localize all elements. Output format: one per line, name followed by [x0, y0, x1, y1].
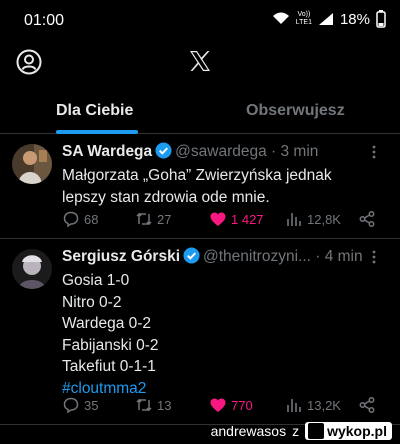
share-icon [359, 397, 375, 413]
tweet-text-line: Gosia 1-0 [62, 272, 130, 289]
more-options-icon[interactable] [366, 144, 382, 160]
author-name[interactable]: SA Wardega [62, 143, 152, 160]
status-icons: Vo)) LTE1 18% [272, 10, 386, 28]
network-label: Vo)) LTE1 [295, 11, 312, 26]
heart-filled-icon [210, 212, 226, 226]
tweet-text-line: Nitro 0-2 [62, 293, 122, 311]
tab-for-you[interactable]: Dla Ciebie [56, 102, 133, 120]
verified-badge-icon [183, 247, 200, 264]
retweet-count: 27 [157, 211, 172, 227]
reply-button[interactable]: 35 [62, 396, 98, 414]
profile-icon[interactable] [16, 49, 42, 75]
avatar[interactable] [12, 144, 52, 184]
tweet-actions: 68 27 1 427 12,8K [62, 210, 382, 230]
reply-count: 68 [84, 211, 99, 227]
watermark-site: wykop.pl [327, 423, 387, 439]
tweet[interactable]: SA Wardega @sawardega · 3 min Małgorzata … [0, 134, 400, 239]
retweet-icon [136, 212, 152, 226]
tweet-text-line: Fabijanski 0-2 [62, 336, 159, 354]
like-button[interactable]: 1 427 [209, 210, 264, 228]
share-button[interactable] [358, 396, 376, 414]
reply-icon [63, 397, 79, 414]
tweet-actions: 35 13 770 13,2K [62, 396, 382, 416]
avatar-photo [12, 144, 52, 184]
tab-following[interactable]: Obserwujesz [246, 102, 345, 120]
author-handle[interactable]: @sawardega [175, 143, 267, 160]
top-bar [0, 44, 400, 84]
views-button[interactable]: 12,8K [285, 210, 341, 228]
wykop-mark-icon [308, 423, 325, 439]
wykop-logo: wykop.pl [305, 422, 392, 440]
wifi-icon [272, 12, 289, 24]
retweet-button[interactable]: 27 [135, 210, 171, 228]
status-time: 01:00 [24, 12, 65, 29]
tweet-text: Małgorzata „Goha” Zwierzyńska jednak lep… [62, 165, 384, 208]
verified-badge-icon [155, 142, 172, 159]
tweet[interactable]: Sergiusz Górski @thenitrozyni... · 4 min … [0, 239, 400, 425]
signal-icon [318, 13, 333, 25]
tweet-text-line: Takefiut 0-1-1 [62, 358, 156, 375]
like-button[interactable]: 770 [209, 396, 253, 414]
tweet-text-line: Małgorzata „Goha” Zwierzyńska jednak [62, 167, 332, 184]
avatar[interactable] [12, 249, 52, 289]
tweet-text-line: lepszy stan zdrowia ode mnie. [62, 188, 270, 206]
reply-icon [63, 211, 79, 228]
view-count: 12,8K [307, 211, 341, 227]
view-count: 13,2K [307, 397, 341, 413]
tweet-header: SA Wardega @sawardega · 3 min [62, 142, 364, 161]
tweet-text-line: Wardega 0-2 [62, 315, 152, 332]
tweet-time: · 4 min [315, 248, 363, 265]
views-button[interactable]: 13,2K [285, 396, 341, 414]
x-logo-icon[interactable] [188, 49, 212, 73]
tweet-time: · 3 min [271, 143, 319, 160]
watermark-user: andrewasos [210, 423, 287, 439]
watermark-suffix: z [292, 423, 300, 439]
reply-button[interactable]: 68 [62, 210, 98, 228]
like-count: 1 427 [231, 211, 264, 227]
share-icon [359, 211, 375, 227]
tweet-text: Gosia 1-0 Nitro 0-2 Wardega 0-2 Fabijans… [62, 270, 384, 399]
retweet-icon [136, 398, 152, 412]
reply-count: 35 [84, 397, 99, 413]
battery-percent: 18% [339, 10, 370, 28]
timeline-tabs: Dla Ciebie Obserwujesz [0, 88, 400, 134]
retweet-button[interactable]: 13 [135, 396, 171, 414]
avatar-photo [12, 249, 52, 289]
author-handle[interactable]: @thenitrozyni... [203, 248, 311, 265]
retweet-count: 13 [157, 397, 172, 413]
status-bar: 01:00 Vo)) LTE1 18% [0, 0, 400, 44]
wykop-watermark: andrewasos z wykop.pl [211, 422, 392, 440]
author-name[interactable]: Sergiusz Górski [62, 248, 180, 265]
tweet-header: Sergiusz Górski @thenitrozyni... · 4 min [62, 247, 364, 266]
heart-filled-icon [210, 398, 226, 412]
like-count: 770 [231, 397, 253, 413]
views-chart-icon [287, 399, 301, 412]
share-button[interactable] [358, 210, 376, 228]
views-chart-icon [287, 213, 301, 226]
more-options-icon[interactable] [366, 249, 382, 265]
battery-icon [376, 10, 386, 28]
